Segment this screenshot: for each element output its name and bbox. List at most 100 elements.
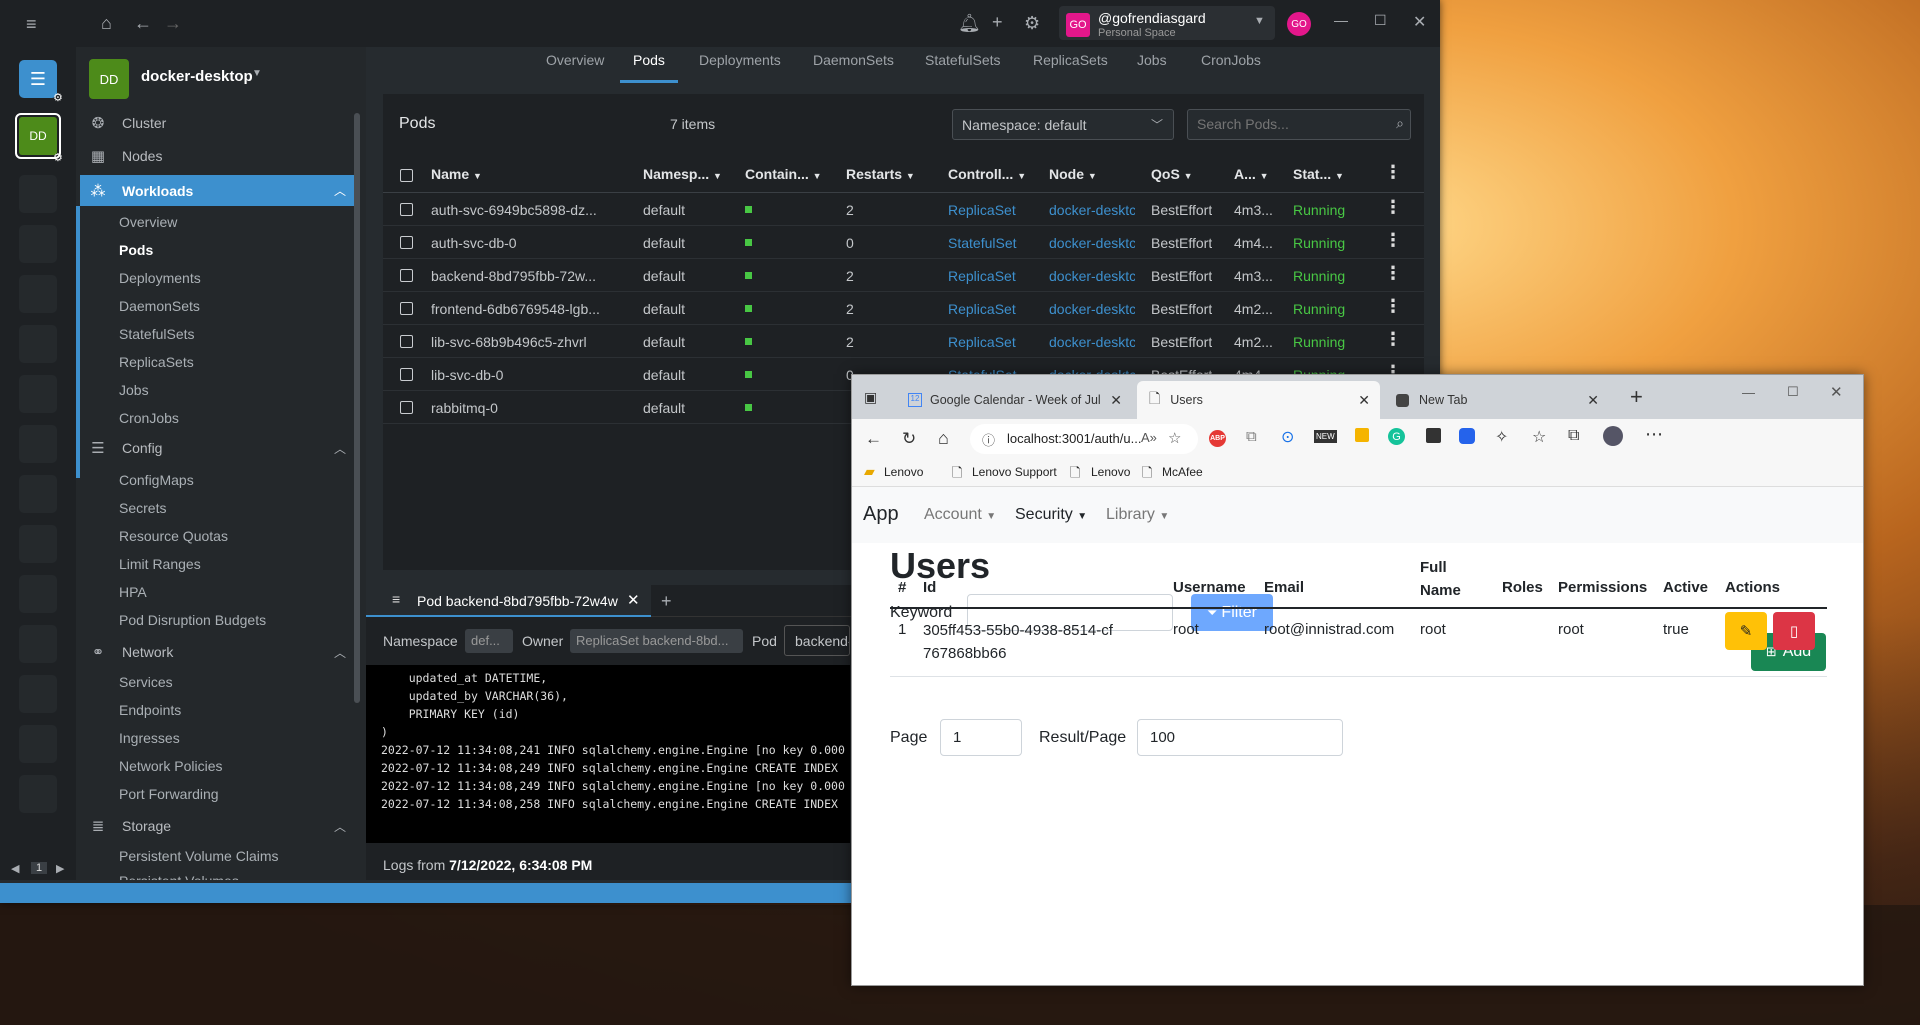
tab-statefulsets[interactable]: StatefulSets: [925, 47, 1001, 83]
sidebar-item-secrets[interactable]: Secrets: [119, 500, 166, 516]
sidebar-item-daemonsets[interactable]: DaemonSets: [119, 298, 200, 314]
hotbar-slot[interactable]: [19, 425, 57, 463]
table-row[interactable]: backend-8bd795fbb-72w... default 2 ReplicaS…: [383, 259, 1424, 292]
back-icon[interactable]: ←: [865, 429, 882, 449]
pod-controller[interactable]: ReplicaSet: [948, 301, 1016, 317]
minimize-icon[interactable]: —: [1742, 385, 1755, 400]
maximize-icon[interactable]: ☐: [1787, 384, 1799, 400]
row-menu-icon[interactable]: ⋮: [1384, 296, 1402, 317]
sidebar-item-port-forwarding[interactable]: Port Forwarding: [119, 786, 219, 802]
app-brand[interactable]: App: [863, 503, 899, 526]
sidebar-item-config[interactable]: ☰ Config ︿: [86, 434, 356, 462]
plus-icon[interactable]: +: [992, 12, 1003, 33]
filter-button[interactable]: ⏷ Filter: [1191, 594, 1273, 631]
sidebar-item-ingresses[interactable]: Ingresses: [119, 730, 180, 746]
news-icon[interactable]: NEW: [1314, 430, 1337, 443]
extensions-icon[interactable]: ✧: [1495, 427, 1508, 447]
hotbar-slot[interactable]: [19, 475, 57, 513]
tab-replicasets[interactable]: ReplicaSets: [1033, 47, 1108, 83]
row-checkbox[interactable]: [400, 203, 413, 216]
notes-icon[interactable]: [1355, 428, 1369, 442]
hotbar-slot[interactable]: [19, 375, 57, 413]
col-namespace[interactable]: Namesp... ▼: [643, 166, 722, 182]
col-status[interactable]: Stat... ▼: [1293, 166, 1344, 182]
sidebar-item-pvc[interactable]: Persistent Volume Claims: [119, 848, 279, 864]
close-icon[interactable]: ✕: [1358, 392, 1370, 409]
tab-new-tab[interactable]: New Tab ✕: [1384, 381, 1609, 419]
row-checkbox[interactable]: [400, 368, 413, 381]
sidebar-item-replicasets[interactable]: ReplicaSets: [119, 354, 194, 370]
new-tab-icon[interactable]: +: [1630, 384, 1643, 410]
tab-users[interactable]: 🗋 Users ✕: [1137, 381, 1380, 419]
pod-select[interactable]: backend-: [784, 625, 850, 656]
row-checkbox[interactable]: [400, 401, 413, 414]
minimize-icon[interactable]: —: [1334, 12, 1348, 28]
dock-tab-pod-logs[interactable]: ≡ Pod backend-8bd795fbb-72w4w ✕: [366, 585, 651, 617]
delete-button[interactable]: ▯: [1773, 612, 1815, 650]
chevron-down-icon[interactable]: ▼: [252, 68, 262, 79]
col-containers[interactable]: Contain... ▼: [745, 166, 822, 182]
col-node[interactable]: Node ▼: [1049, 166, 1097, 182]
sidebar-item-cronjobs[interactable]: CronJobs: [119, 410, 179, 426]
pod-node[interactable]: docker-desktc: [1049, 235, 1135, 251]
row-menu-icon[interactable]: ⋮: [1384, 230, 1402, 251]
sidebar-item-limit-ranges[interactable]: Limit Ranges: [119, 556, 201, 572]
sidebar-item-pods[interactable]: Pods: [119, 242, 153, 258]
pod-controller[interactable]: ReplicaSet: [948, 334, 1016, 350]
refresh-icon[interactable]: ↻: [902, 429, 916, 449]
pod-controller[interactable]: ReplicaSet: [948, 202, 1016, 218]
close-icon[interactable]: ✕: [1830, 383, 1843, 401]
sidebar-item-storage[interactable]: ≣ Storage ︿: [86, 812, 356, 840]
back-icon[interactable]: ←: [134, 13, 152, 34]
sidebar-item-overview[interactable]: Overview: [119, 214, 177, 230]
sidebar-item-nodes[interactable]: ▦ Nodes: [86, 142, 356, 170]
hotbar-slot[interactable]: [19, 325, 57, 363]
sidebar-item-statefulsets[interactable]: StatefulSets: [119, 326, 195, 342]
close-icon[interactable]: ✕: [627, 591, 640, 609]
pod-node[interactable]: docker-desktc: [1049, 301, 1135, 317]
extension-icon[interactable]: ⧉: [1246, 428, 1257, 445]
hotbar-slot[interactable]: [19, 575, 57, 613]
pod-node[interactable]: docker-desktc: [1049, 202, 1135, 218]
row-checkbox[interactable]: [400, 302, 413, 315]
hotbar-slot[interactable]: [19, 675, 57, 713]
menu-library[interactable]: Library ▼: [1106, 506, 1169, 524]
sidebar-item-network-policies[interactable]: Network Policies: [119, 758, 222, 774]
favorite-lenovo[interactable]: Lenovo: [884, 465, 923, 479]
col-qos[interactable]: QoS ▼: [1151, 166, 1193, 182]
sidebar-item-cluster[interactable]: ❂ Cluster: [86, 109, 356, 137]
log-output[interactable]: updated_at DATETIME, updated_by VARCHAR(…: [366, 665, 850, 843]
profile-avatar[interactable]: [1603, 426, 1623, 446]
bell-icon[interactable]: 🔔︎: [958, 13, 981, 34]
hotbar-slot[interactable]: [19, 225, 57, 263]
hotbar-slot[interactable]: [19, 625, 57, 663]
pod-node[interactable]: docker-desktc: [1049, 334, 1135, 350]
user-space-selector[interactable]: GO @gofrendiasgard Personal Space ▼: [1059, 6, 1275, 40]
col-age[interactable]: A... ▼: [1234, 166, 1269, 182]
adblock-icon[interactable]: ABP: [1209, 430, 1226, 447]
hotbar-slot[interactable]: [19, 725, 57, 763]
home-icon[interactable]: ⌂: [101, 13, 112, 34]
close-icon[interactable]: ✕: [1413, 12, 1426, 32]
table-row[interactable]: auth-svc-db-0 default 0 StatefulSet docker-d…: [383, 226, 1424, 259]
favorite-icon[interactable]: ☆: [1168, 429, 1181, 447]
sidebar-item-pdb[interactable]: Pod Disruption Budgets: [119, 612, 266, 628]
favorite-lenovo-support[interactable]: Lenovo Support: [972, 465, 1057, 479]
page-input[interactable]: [940, 719, 1022, 756]
favorite-mcafee[interactable]: McAfee: [1162, 465, 1203, 479]
checklist-icon[interactable]: ⊙: [1281, 427, 1294, 447]
collections-icon[interactable]: ⧉: [1568, 427, 1579, 445]
row-checkbox[interactable]: [400, 236, 413, 249]
sidebar-item-deployments[interactable]: Deployments: [119, 270, 201, 286]
forward-icon[interactable]: →: [164, 13, 182, 34]
hotbar-slot[interactable]: [19, 775, 57, 813]
search-pods-field[interactable]: ⌕: [1187, 109, 1411, 140]
table-row[interactable]: lib-svc-68b9b496c5-zhvrl default 2 ReplicaS…: [383, 325, 1424, 358]
favorite-lenovo-2[interactable]: Lenovo: [1091, 465, 1130, 479]
col-name[interactable]: Name ▼: [431, 166, 482, 182]
grammarly-icon[interactable]: G: [1388, 428, 1405, 445]
tab-deployments[interactable]: Deployments: [699, 47, 781, 83]
tab-google-calendar[interactable]: 12 Google Calendar - Week of July ✕: [896, 381, 1132, 419]
address-bar[interactable]: ⓘ localhost:3001/auth/u... A» ☆: [970, 424, 1198, 454]
row-checkbox[interactable]: [400, 269, 413, 282]
